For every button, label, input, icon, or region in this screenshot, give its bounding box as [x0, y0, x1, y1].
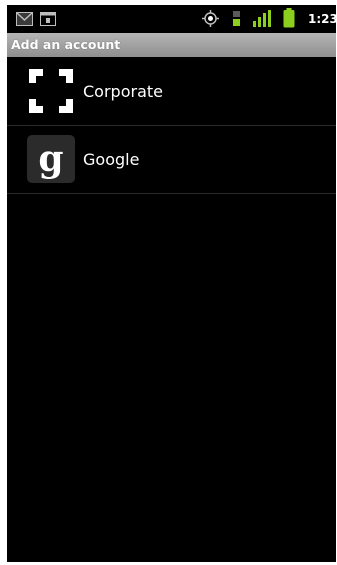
- signal-icon: [253, 10, 271, 31]
- screen: 1:23 Add an account Corporate g Google: [7, 5, 336, 562]
- battery-icon: [283, 8, 295, 32]
- gps-icon: [202, 10, 219, 31]
- gmail-icon: [16, 11, 33, 30]
- account-item-corporate[interactable]: Corporate: [7, 58, 336, 126]
- svg-text:g: g: [38, 138, 63, 180]
- status-bar: 1:23: [7, 5, 336, 33]
- corporate-icon: [27, 67, 75, 115]
- google-icon: g: [27, 135, 75, 183]
- clock-time: 1:23: [308, 12, 336, 26]
- page-title: Add an account: [11, 37, 121, 52]
- account-label: Google: [83, 150, 140, 169]
- account-label: Corporate: [83, 82, 163, 101]
- data-3g-icon: [232, 10, 241, 31]
- account-list: Corporate g Google: [7, 58, 336, 194]
- title-bar: Add an account: [7, 33, 336, 57]
- calendar-icon: [40, 11, 56, 30]
- account-item-google[interactable]: g Google: [7, 126, 336, 194]
